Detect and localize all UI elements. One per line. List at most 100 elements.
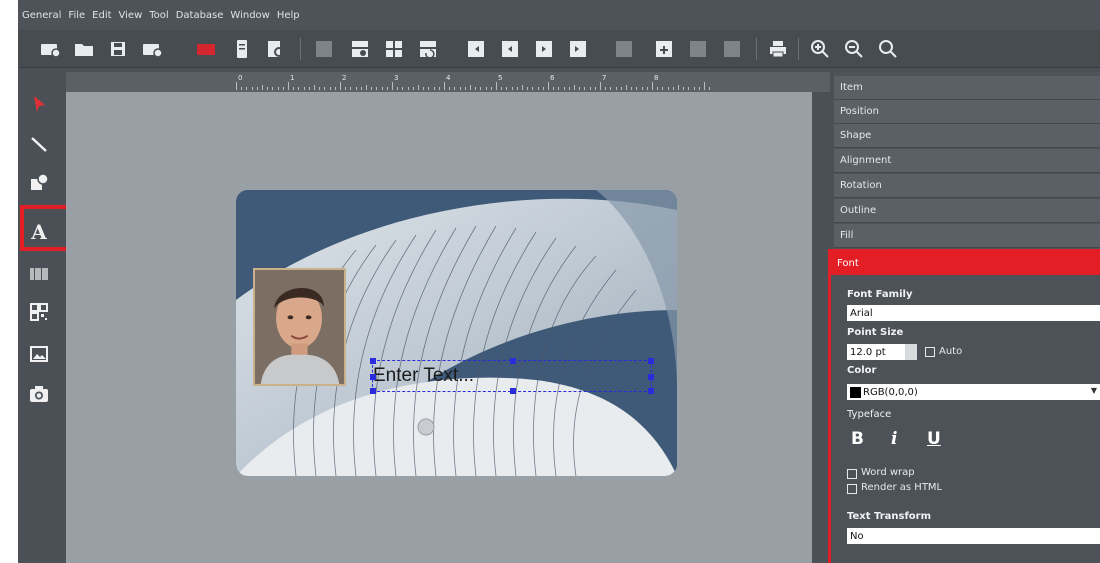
menu-window[interactable]: Window [230,10,269,21]
resize-handle[interactable] [648,358,654,364]
ruler-tick [709,87,711,90]
zoom-fit-icon[interactable] [876,37,900,61]
ruler-tick [563,87,565,90]
ruler-tick [397,87,399,90]
ruler-tick [241,87,243,90]
ruler-tick [646,87,648,90]
section-shape[interactable]: Shape [834,124,1100,148]
ruler-tick [355,87,357,90]
ruler-tick [641,87,643,90]
ruler-tick [667,87,669,90]
menu-general[interactable]: General [22,10,61,21]
ruler-tick [496,82,497,90]
section-outline[interactable]: Outline [834,199,1100,223]
section-position[interactable]: Position [834,100,1100,124]
resize-handle[interactable] [510,388,516,394]
ruler-tick [652,82,653,90]
ruler-tick [303,87,305,90]
ruler-tick [620,87,622,90]
ruler-tick [542,87,544,90]
ruler-tick [464,87,466,90]
close-card-icon[interactable] [140,37,164,61]
open-folder-icon[interactable] [72,37,96,61]
menu-view[interactable]: View [119,10,143,21]
ruler-tick [558,87,560,90]
menu-tool[interactable]: Tool [149,10,168,21]
record-icon[interactable] [194,37,218,61]
database-grid-icon[interactable] [382,37,406,61]
record-prev-icon[interactable] [498,37,522,61]
barcode-tool-icon[interactable] [24,260,54,288]
menu-database[interactable]: Database [176,10,224,21]
record-disabled-icon[interactable] [612,37,636,61]
section-alignment[interactable]: Alignment [834,149,1100,173]
zoom-in-icon[interactable] [808,37,832,61]
resize-handle[interactable] [648,374,654,380]
ruler-tick [662,87,664,90]
ruler-tick [704,82,705,90]
menu-help[interactable]: Help [277,10,300,21]
ruler-tick [308,87,310,90]
card-settings-icon[interactable] [230,37,254,61]
ruler-tick [298,87,300,90]
ruler-tick [501,87,503,90]
ruler-tick [631,87,633,90]
ruler-tick [402,87,404,90]
section-rotation[interactable]: Rotation [834,174,1100,198]
ruler-tick [672,87,674,90]
ruler-tick [449,87,451,90]
menu-file[interactable]: File [68,10,85,21]
image-tool-icon[interactable] [24,340,54,368]
ruler-tick [683,87,685,90]
text-field-selected[interactable]: Enter Text... [370,358,654,394]
ruler-tick [485,87,487,90]
print-icon[interactable] [766,37,790,61]
resize-handle[interactable] [648,388,654,394]
ruler-tick [636,87,638,90]
main-toolbar [18,30,1100,68]
resize-handle[interactable] [370,374,376,380]
ruler-tick [688,87,690,90]
resize-handle[interactable] [370,358,376,364]
section-item[interactable]: Item [834,76,1100,100]
database-first-icon[interactable] [312,37,336,61]
record-delete-icon[interactable] [686,37,710,61]
line-tool-icon[interactable] [24,130,54,158]
qr-code-tool-icon[interactable] [24,298,54,326]
ruler-tick [584,87,586,90]
record-last-icon[interactable] [566,37,590,61]
ruler-tick [511,87,513,90]
ruler-tick [334,87,336,90]
record-add-icon[interactable] [652,37,676,61]
menu-bar: General File Edit View Tool Database Win… [18,0,1100,30]
zoom-out-icon[interactable] [842,37,866,61]
ruler-tick [532,87,534,90]
database-refresh-icon[interactable] [416,37,440,61]
menu-edit[interactable]: Edit [92,10,111,21]
print-preview-icon[interactable] [264,37,288,61]
ruler-tick [412,87,414,90]
record-save-icon[interactable] [720,37,744,61]
ruler-number: 4 [446,74,451,82]
ruler-tick [605,87,607,90]
ruler-tick [678,85,679,90]
ruler-tick [574,85,575,90]
ruler-tick [246,87,248,90]
shape-tool-icon[interactable] [24,168,54,196]
ruler-tick [568,87,570,90]
select-arrow-icon[interactable] [24,90,54,118]
portrait-photo[interactable] [253,268,346,386]
database-search-icon[interactable] [348,37,372,61]
ruler-number: 1 [290,74,295,82]
new-card-icon[interactable] [38,37,62,61]
record-next-icon[interactable] [532,37,556,61]
ruler-tick [459,87,461,90]
resize-handle[interactable] [370,388,376,394]
record-first-icon[interactable] [464,37,488,61]
ruler-tick [527,87,529,90]
section-fill[interactable]: Fill [834,224,1100,248]
save-icon[interactable] [106,37,130,61]
camera-tool-icon[interactable] [24,380,54,408]
resize-handle[interactable] [510,358,516,364]
ruler-number: 5 [498,74,503,82]
